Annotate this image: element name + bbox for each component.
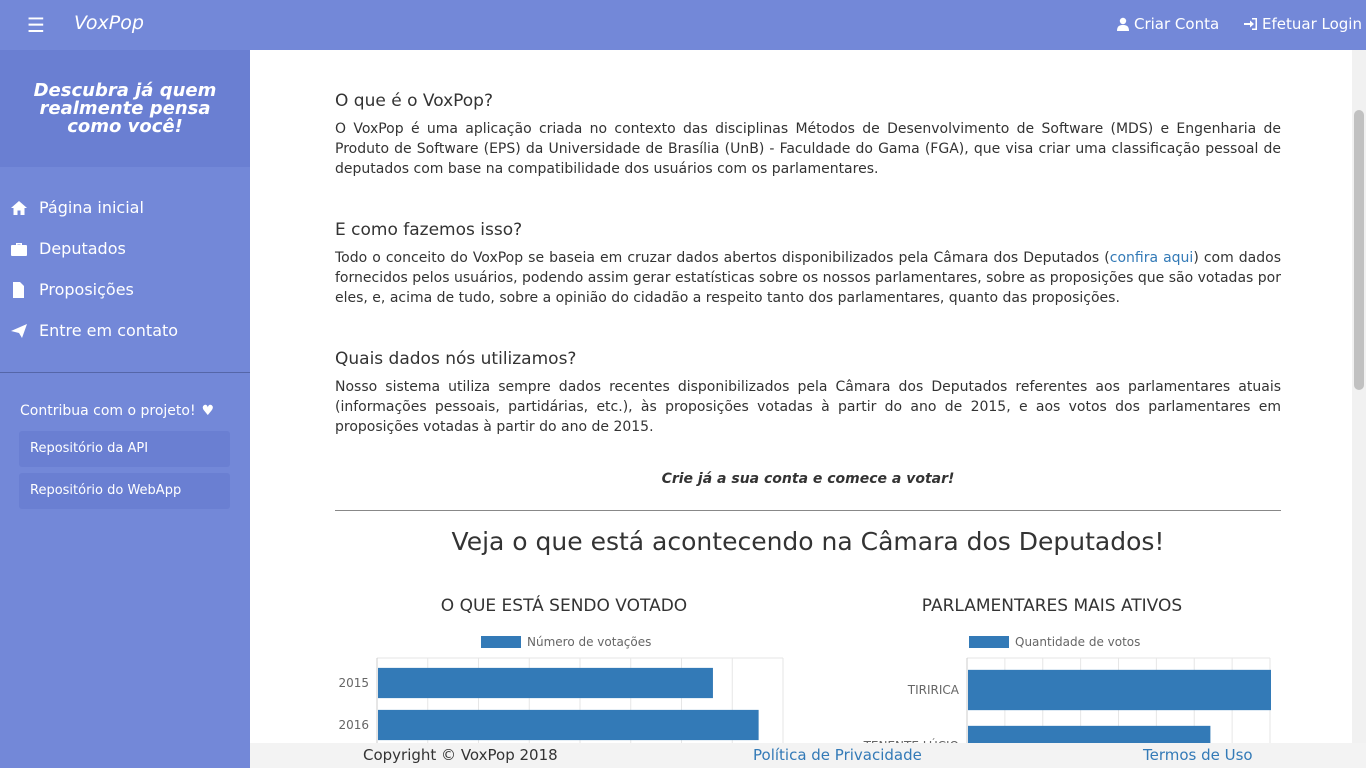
sidebar-item-proposicoes[interactable]: Proposições <box>0 269 250 310</box>
section-data: Quais dados nós utilizamos? Nosso sistem… <box>335 349 1281 437</box>
sidebar-item-label: Entre em contato <box>39 321 179 340</box>
chart-legend-voted: Número de votações <box>481 635 651 649</box>
section-text: Todo o conceito do VoxPop se baseia em c… <box>335 248 1281 308</box>
bar-2016[interactable] <box>378 709 759 741</box>
hamburger-icon[interactable]: ☰ <box>22 13 50 37</box>
legend-swatch <box>969 636 1009 648</box>
main-content: ​ O que é o VoxPop? O VoxPop é uma aplic… <box>250 50 1352 743</box>
login-link[interactable]: Efetuar Login <box>1244 15 1362 33</box>
user-icon <box>1117 17 1129 31</box>
sign-in-icon <box>1244 18 1257 30</box>
bar-tenente-lúcio[interactable] <box>968 725 1211 743</box>
sidebar-slogan: Descubra já quem realmente pensa como vo… <box>33 79 217 137</box>
sidebar-item-home[interactable]: Página inicial <box>0 187 250 228</box>
section-title: Quais dados nós utilizamos? <box>335 349 577 369</box>
tick-label: 2015 <box>338 676 369 690</box>
sidebar-item-deputados[interactable]: Deputados <box>0 228 250 269</box>
heart-icon: ♥ <box>201 403 215 419</box>
create-account-link[interactable]: Criar Conta <box>1116 15 1219 33</box>
tick-label: TIRIRICA <box>907 683 960 697</box>
top-navbar: ☰ VoxPop Criar Conta Efetuar Login <box>0 0 1366 50</box>
section-about: O que é o VoxPop? O VoxPop é uma aplicaç… <box>335 91 1281 179</box>
login-label: Efetuar Login <box>1262 15 1362 33</box>
legend-label: Quantidade de votos <box>1015 635 1141 649</box>
chart-title-active: PARLAMENTARES MAIS ATIVOS <box>921 596 1183 616</box>
brand-logo[interactable]: VoxPop <box>74 12 144 34</box>
chart-voted: 2015 2016 <box>338 657 784 743</box>
briefcase-icon <box>11 242 27 256</box>
chart-active: TIRIRICATENENTE LÚCIO <box>863 657 1271 743</box>
scrollbar-thumb[interactable] <box>1354 110 1364 390</box>
section-how: E como fazemos isso? Todo o conceito do … <box>335 220 1281 308</box>
bar-tiririca[interactable] <box>968 669 1271 711</box>
main-scrollbar[interactable] <box>1352 50 1366 743</box>
privacy-link[interactable]: Política de Privacidade <box>753 746 922 764</box>
contribute-label: Contribua com o projeto! <box>20 403 196 419</box>
section-text: Nosso sistema utiliza sempre dados recen… <box>335 379 1281 435</box>
home-icon <box>11 200 27 215</box>
slogan-box: Descubra já quem realmente pensa como vo… <box>0 50 250 167</box>
contribute-text: Contribua com o projeto! ♥ <box>0 373 250 419</box>
camara-title: Veja o que está acontecendo na Câmara do… <box>451 527 1165 556</box>
terms-link[interactable]: Termos de Uso <box>1143 746 1253 764</box>
sidebar-item-contato[interactable]: Entre em contato <box>0 310 250 351</box>
footer: Copyright © VoxPop 2018 Política de Priv… <box>250 743 1366 768</box>
section-text-part: Todo o conceito do VoxPop se baseia em c… <box>335 250 1110 266</box>
tick-label: 2016 <box>338 718 369 732</box>
chart-title-voted: O QUE ESTÁ SENDO VOTADO <box>440 596 688 616</box>
file-icon <box>13 281 24 298</box>
hidden-heading: ​ <box>335 50 1281 62</box>
bar-2015[interactable] <box>378 667 713 699</box>
chart-legend-active: Quantidade de votos <box>969 635 1140 649</box>
divider <box>335 510 1281 511</box>
send-icon <box>11 323 27 338</box>
create-account-label: Criar Conta <box>1134 15 1220 33</box>
sidebar-nav: Página inicial Deputados Proposições Ent… <box>0 187 250 351</box>
legend-label: Número de votações <box>527 635 652 649</box>
cta-text: Crie já a sua conta e comece a votar! <box>661 471 955 487</box>
api-repo-button[interactable]: Repositório da API <box>19 431 230 467</box>
sidebar: Descubra já quem realmente pensa como vo… <box>0 50 250 768</box>
legend-swatch <box>481 636 521 648</box>
webapp-repo-button[interactable]: Repositório do WebApp <box>19 473 230 509</box>
copyright-text: Copyright © VoxPop 2018 <box>363 746 558 764</box>
sidebar-item-label: Página inicial <box>39 198 144 217</box>
sidebar-item-label: Deputados <box>39 239 126 258</box>
section-title: O que é o VoxPop? <box>335 91 493 111</box>
confira-aqui-link[interactable]: confira aqui <box>1110 250 1194 266</box>
section-title: E como fazemos isso? <box>335 220 523 240</box>
section-text: O VoxPop é uma aplicação criada no conte… <box>335 121 1281 177</box>
sidebar-item-label: Proposições <box>39 280 134 299</box>
